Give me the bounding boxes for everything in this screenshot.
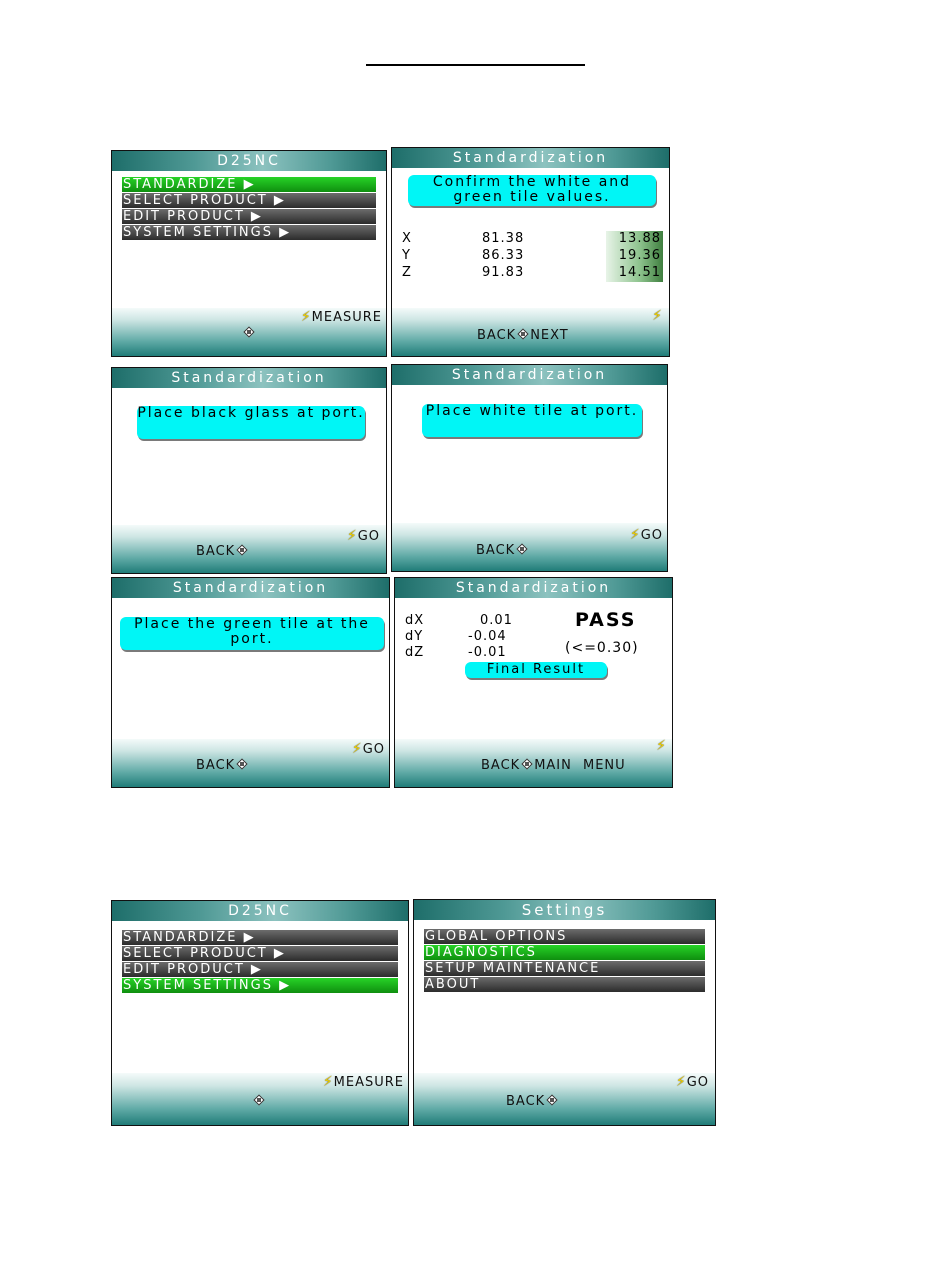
menu-item-select-product[interactable]: SELECT PRODUCT ▶: [122, 946, 398, 961]
screen-confirm-tiles: Standardization Confirm the white and gr…: [391, 147, 670, 357]
go-softkey[interactable]: ⚡GO: [347, 528, 380, 544]
screen-place-black-glass: Standardization Place black glass at por…: [111, 367, 387, 574]
row-label-z: Z: [402, 265, 412, 280]
menu-item-diagnostics[interactable]: DIAGNOSTICS: [424, 945, 705, 960]
next-softkey[interactable]: NEXT: [530, 328, 569, 343]
main-menu-list: STANDARDIZE ▶ SELECT PRODUCT ▶ EDIT PROD…: [122, 177, 376, 241]
tolerance-value: (<=0.30): [565, 640, 639, 656]
screen-place-green-tile: Standardization Place the green tile at …: [111, 577, 390, 788]
settings-menu-list: GLOBAL OPTIONS DIAGNOSTICS SETUP MAINTEN…: [424, 929, 705, 993]
row-label-y: Y: [402, 248, 411, 263]
navigation-pad-icon: [235, 543, 249, 557]
measure-softkey[interactable]: ⚡MEASURE: [301, 309, 382, 325]
delta-label-x: dX: [405, 613, 425, 628]
screen-title: D25NC: [112, 901, 408, 921]
main-menu-softkey[interactable]: MAIN MENU: [534, 758, 625, 773]
menu-item-setup-maintenance[interactable]: SETUP MAINTENANCE: [424, 961, 705, 976]
back-softkey[interactable]: BACK: [506, 1093, 559, 1109]
instruction-message: Place black glass at port.: [137, 406, 365, 439]
go-softkey[interactable]: ⚡GO: [676, 1074, 709, 1090]
white-x-value: 81.38: [482, 231, 525, 246]
menu-item-edit-product[interactable]: EDIT PRODUCT ▶: [122, 962, 398, 977]
screen-settings-menu: Settings GLOBAL OPTIONS DIAGNOSTICS SETU…: [413, 899, 716, 1126]
navigation-pad-icon: [235, 757, 249, 771]
white-y-value: 86.33: [482, 248, 525, 263]
lightning-icon: ⚡: [675, 1074, 687, 1090]
pass-status: PASS: [575, 609, 637, 631]
back-next-softkeys[interactable]: BACK NEXT: [477, 327, 569, 343]
screen-title: Standardization: [112, 578, 389, 598]
delta-z-value: -0.01: [468, 645, 507, 660]
delta-x-value: 0.01: [480, 613, 513, 628]
screen-place-white-tile: Standardization Place white tile at port…: [391, 364, 668, 572]
instruction-message: Place white tile at port.: [422, 404, 642, 437]
menu-item-about[interactable]: ABOUT: [424, 977, 705, 992]
green-z-value: 14.51: [606, 265, 663, 282]
navigation-pad[interactable]: [252, 1093, 266, 1109]
screen-title: Standardization: [392, 365, 667, 385]
white-z-value: 91.83: [482, 265, 525, 280]
menu-item-standardize[interactable]: STANDARDIZE ▶: [122, 177, 376, 192]
lightning-softkey[interactable]: ⚡: [656, 738, 667, 754]
confirm-message: Confirm the white and green tile values.: [408, 175, 656, 206]
green-x-value: 13.88: [606, 231, 663, 248]
screen-title: Standardization: [112, 368, 386, 388]
lightning-icon: ⚡: [656, 738, 667, 754]
bottom-bar: [392, 523, 667, 571]
screen-title: Standardization: [395, 578, 672, 598]
menu-item-edit-product[interactable]: EDIT PRODUCT ▶: [122, 209, 376, 224]
back-main-menu-softkeys[interactable]: BACK MAIN MENU: [481, 757, 626, 773]
bottom-bar: [112, 739, 389, 787]
navigation-pad-icon: [520, 757, 534, 771]
screen-title: D25NC: [112, 151, 386, 171]
screen-main-menu-standardize: D25NC STANDARDIZE ▶ SELECT PRODUCT ▶ EDI…: [111, 150, 387, 357]
lightning-icon: ⚡: [322, 1074, 334, 1090]
delta-label-y: dY: [405, 629, 424, 644]
screen-title: Settings: [414, 900, 715, 920]
lightning-icon: ⚡: [629, 527, 641, 543]
go-softkey[interactable]: ⚡GO: [630, 527, 663, 543]
lightning-softkey[interactable]: ⚡: [652, 308, 663, 324]
screen-title: Standardization: [392, 148, 669, 168]
navigation-pad-icon: [515, 542, 529, 556]
row-label-x: X: [402, 231, 412, 246]
navigation-pad-icon: [252, 1093, 266, 1107]
back-softkey[interactable]: BACK: [196, 543, 249, 559]
menu-item-standardize[interactable]: STANDARDIZE ▶: [122, 930, 398, 945]
menu-item-system-settings[interactable]: SYSTEM SETTINGS ▶: [122, 978, 398, 993]
lightning-icon: ⚡: [346, 528, 358, 544]
screen-final-result: Standardization dX 0.01 dY -0.04 dZ -0.0…: [394, 577, 673, 788]
main-menu-list: STANDARDIZE ▶ SELECT PRODUCT ▶ EDIT PROD…: [122, 930, 398, 994]
delta-label-z: dZ: [405, 645, 425, 660]
menu-item-global-options[interactable]: GLOBAL OPTIONS: [424, 929, 705, 944]
navigation-pad-icon: [516, 327, 530, 341]
lightning-icon: ⚡: [300, 309, 312, 325]
lightning-icon: ⚡: [351, 741, 363, 757]
menu-item-system-settings[interactable]: SYSTEM SETTINGS ▶: [122, 225, 376, 240]
screen-main-menu-system-settings: D25NC STANDARDIZE ▶ SELECT PRODUCT ▶ EDI…: [111, 900, 409, 1126]
bottom-bar: [414, 1073, 715, 1125]
final-result-label: Final Result: [465, 662, 607, 678]
back-softkey[interactable]: BACK: [196, 757, 249, 773]
top-divider-line: [366, 64, 585, 66]
instruction-message: Place the green tile at the port.: [120, 617, 384, 650]
delta-y-value: -0.04: [468, 629, 507, 644]
lightning-icon: ⚡: [652, 308, 663, 324]
back-softkey[interactable]: BACK: [481, 758, 520, 773]
navigation-pad[interactable]: [242, 325, 256, 341]
navigation-pad-icon: [545, 1093, 559, 1107]
menu-item-select-product[interactable]: SELECT PRODUCT ▶: [122, 193, 376, 208]
back-softkey[interactable]: BACK: [477, 328, 516, 343]
green-y-value: 19.36: [606, 248, 663, 265]
navigation-pad-icon: [242, 325, 256, 339]
back-softkey[interactable]: BACK: [476, 542, 529, 558]
go-softkey[interactable]: ⚡GO: [352, 741, 385, 757]
measure-softkey[interactable]: ⚡MEASURE: [323, 1074, 404, 1090]
